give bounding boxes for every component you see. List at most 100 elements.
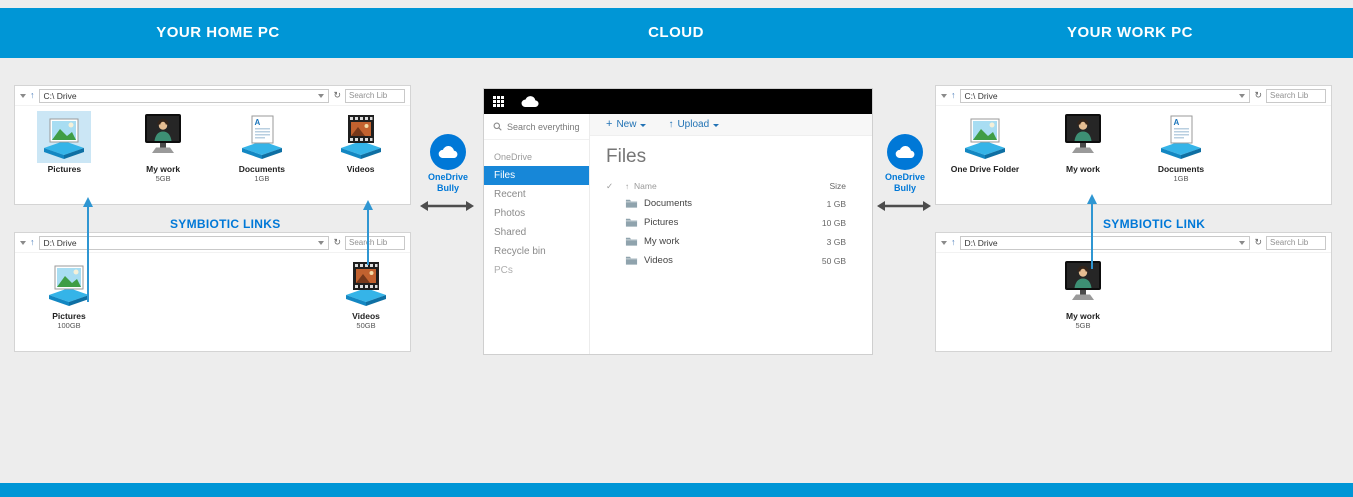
table-row-pictures[interactable]: Pictures 10 GB xyxy=(606,213,846,232)
sidebar-item-recycle-bin[interactable]: Recycle bin xyxy=(484,242,589,261)
file-item-documents[interactable]: Documents 1GB xyxy=(219,111,305,183)
file-item-videos[interactable]: Videos 50GB xyxy=(323,258,409,330)
search-input[interactable]: Search Lib xyxy=(1266,88,1326,103)
refresh-icon[interactable]: ↻ xyxy=(333,91,341,100)
search-input[interactable]: Search Lib xyxy=(345,88,405,103)
symbiotic-links-label: SYMBIOTIC LINKS xyxy=(170,217,281,231)
file-item-one-drive-folder[interactable]: One Drive Folder xyxy=(942,111,1028,183)
search-icon xyxy=(493,122,502,131)
address-dropdown-icon[interactable] xyxy=(318,93,325,98)
address-row: ↑ D:\ Drive ↻ Search Lib xyxy=(15,233,410,253)
file-item-my-work[interactable]: My work xyxy=(1040,111,1126,183)
bottom-banner xyxy=(0,483,1353,497)
sidebar-item-photos[interactable]: Photos xyxy=(484,204,589,223)
address-dropdown-icon[interactable] xyxy=(1239,93,1246,98)
table-row-videos[interactable]: Videos 50 GB xyxy=(606,251,846,270)
onedrive-bully-icon xyxy=(887,134,923,170)
onedrive-cloud-logo-icon[interactable] xyxy=(520,96,540,108)
file-item-pictures[interactable]: Pictures xyxy=(21,111,107,183)
refresh-icon[interactable]: ↻ xyxy=(1254,238,1262,247)
new-button[interactable]: + New xyxy=(606,118,647,130)
table-header-row: ✓ ↑ Name Size xyxy=(606,178,846,194)
address-row: ↑ C:\ Drive ↻ Search Lib xyxy=(936,86,1331,106)
file-size: 1GB xyxy=(1173,174,1189,183)
file-label: Videos xyxy=(352,311,380,321)
my-work-monitor-icon xyxy=(136,111,190,163)
address-text: C:\ Drive xyxy=(964,90,998,101)
files-table: ✓ ↑ Name Size Documents 1 GB Pictures 10… xyxy=(606,178,846,270)
table-row-documents[interactable]: Documents 1 GB xyxy=(606,194,846,213)
file-size: 5GB xyxy=(155,174,171,183)
plus-icon: + xyxy=(606,118,613,130)
videos-library-icon xyxy=(334,111,388,163)
chevron-down-icon xyxy=(640,123,647,127)
back-chevron-icon[interactable] xyxy=(941,93,947,98)
file-item-my-work[interactable]: My work 5GB xyxy=(120,111,206,183)
onedrive-toolbar: + New ↑ Upload xyxy=(590,114,872,136)
file-label: Pictures xyxy=(47,164,82,174)
address-dropdown-icon[interactable] xyxy=(1239,240,1246,245)
address-bar[interactable]: D:\ Drive xyxy=(959,235,1251,250)
one-drive-folder-icon xyxy=(958,111,1012,163)
my-work-monitor-icon xyxy=(1056,258,1110,310)
file-item-my-work[interactable]: My work 5GB xyxy=(1040,258,1126,330)
address-dropdown-icon[interactable] xyxy=(318,240,325,245)
work-pc-drive-c-window: ↑ C:\ Drive ↻ Search Lib One Drive Folde… xyxy=(935,85,1332,205)
refresh-icon[interactable]: ↻ xyxy=(1254,91,1262,100)
file-label: Documents xyxy=(1157,164,1205,174)
file-size: 1GB xyxy=(254,174,270,183)
folder-icon xyxy=(625,236,638,247)
folder-icon xyxy=(625,217,638,228)
name-column-header[interactable]: Name xyxy=(634,181,789,191)
back-chevron-icon[interactable] xyxy=(20,240,26,245)
back-chevron-icon[interactable] xyxy=(20,93,26,98)
header-your-home-pc: YOUR HOME PC xyxy=(156,24,280,41)
address-bar[interactable]: C:\ Drive xyxy=(959,88,1251,103)
onedrive-window: Search everything OneDrive Files Recent … xyxy=(483,88,873,355)
search-input[interactable]: Search Lib xyxy=(1266,235,1326,250)
file-item-pictures[interactable]: Pictures 100GB xyxy=(26,258,112,330)
pictures-library-icon xyxy=(37,111,92,163)
refresh-icon[interactable]: ↻ xyxy=(333,238,341,247)
app-launcher-waffle-icon[interactable] xyxy=(493,96,504,107)
up-arrow-icon[interactable]: ↑ xyxy=(30,91,35,100)
new-button-label: New xyxy=(616,119,637,130)
work-pc-drive-d-window: ↑ D:\ Drive ↻ Search Lib My work 5GB xyxy=(935,232,1332,352)
table-row-my-work[interactable]: My work 3 GB xyxy=(606,232,846,251)
up-arrow-icon[interactable]: ↑ xyxy=(30,238,35,247)
sync-double-arrow xyxy=(420,201,474,211)
upload-button[interactable]: ↑ Upload xyxy=(668,119,720,130)
onedrive-bully-label: OneDrive Bully xyxy=(427,172,469,193)
search-everything-input[interactable]: Search everything xyxy=(484,114,589,140)
file-label: One Drive Folder xyxy=(950,164,1020,174)
onedrive-sidebar: Search everything OneDrive Files Recent … xyxy=(484,114,590,354)
onedrive-bully-icon xyxy=(430,134,466,170)
file-size: 50GB xyxy=(356,321,376,330)
size-column-header[interactable]: Size xyxy=(794,181,846,191)
sidebar-item-files[interactable]: Files xyxy=(484,166,589,185)
home-pc-drive-d-window: ↑ D:\ Drive ↻ Search Lib Pictures 100GB … xyxy=(14,232,411,352)
file-label: My work xyxy=(1065,164,1100,174)
up-arrow-icon[interactable]: ↑ xyxy=(951,91,956,100)
diagram-canvas: YOUR HOME PC CLOUD YOUR WORK PC ↑ C:\ Dr… xyxy=(0,0,1353,497)
select-all-check-icon[interactable]: ✓ xyxy=(606,181,620,192)
symbiotic-link-label: SYMBIOTIC LINK xyxy=(1103,217,1206,231)
my-work-monitor-icon xyxy=(1056,111,1110,163)
back-chevron-icon[interactable] xyxy=(941,240,947,245)
up-arrow-icon[interactable]: ↑ xyxy=(951,238,956,247)
sidebar-item-onedrive[interactable]: OneDrive xyxy=(484,148,589,166)
sync-arrow-my-work xyxy=(1087,194,1097,269)
file-item-videos[interactable]: Videos xyxy=(318,111,404,183)
onedrive-bully-label: OneDrive Bully xyxy=(884,172,926,193)
upload-button-label: Upload xyxy=(677,119,710,130)
address-text: D:\ Drive xyxy=(43,237,77,248)
home-pc-drive-c-window: ↑ C:\ Drive ↻ Search Lib Pictures My wor… xyxy=(14,85,411,205)
sync-arrow-pictures xyxy=(83,197,93,302)
file-label: My work xyxy=(146,164,181,174)
address-bar[interactable]: C:\ Drive xyxy=(38,88,330,103)
file-label: Videos xyxy=(346,164,375,174)
sidebar-item-pcs[interactable]: PCs xyxy=(484,261,589,280)
file-item-documents[interactable]: Documents 1GB xyxy=(1138,111,1224,183)
sidebar-item-shared[interactable]: Shared xyxy=(484,223,589,242)
sidebar-item-recent[interactable]: Recent xyxy=(484,185,589,204)
